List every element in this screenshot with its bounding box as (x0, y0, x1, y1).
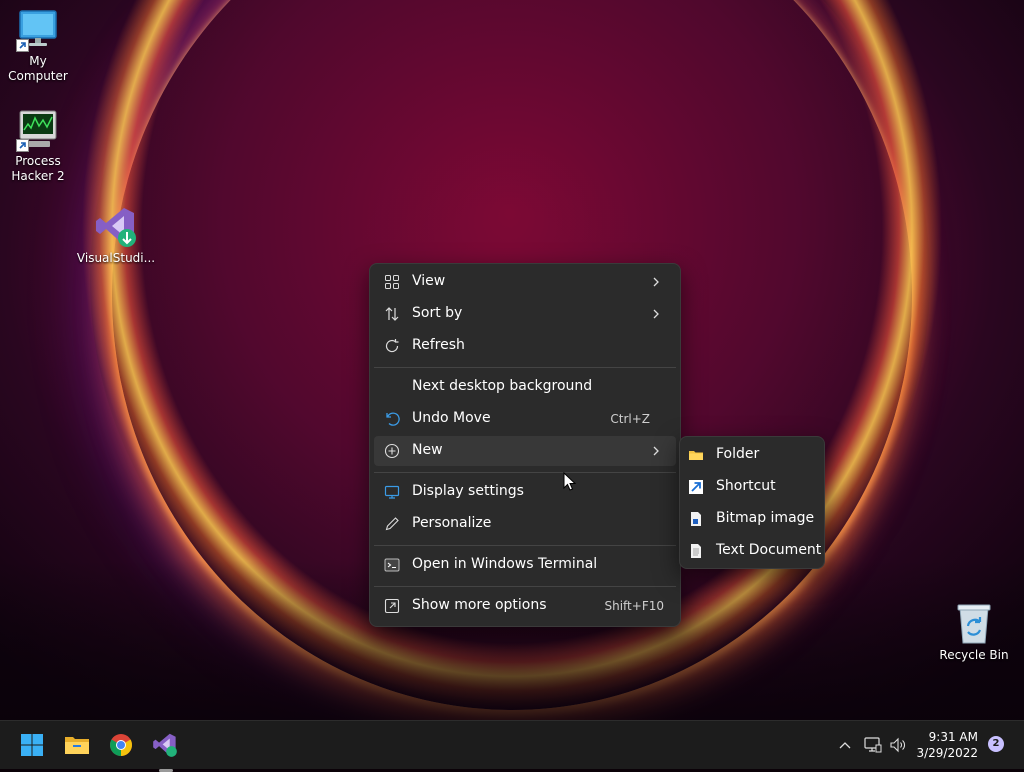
network-icon[interactable] (864, 736, 882, 754)
menu-item-open-terminal[interactable]: Open in Windows Terminal (374, 550, 676, 580)
menu-item-display-settings[interactable]: Display settings (374, 477, 676, 507)
submenu-item-folder[interactable]: Folder (684, 440, 820, 470)
menu-item-sort-by[interactable]: Sort by (374, 299, 676, 329)
shortcut-arrow-icon (16, 39, 29, 52)
chevron-up-icon[interactable] (838, 738, 852, 752)
taskbar: 9:31 AM 3/29/2022 (0, 720, 1024, 772)
taskbar-file-explorer[interactable] (61, 729, 93, 761)
menu-item-shortcut: Shift+F10 (604, 599, 664, 613)
new-submenu: Folder Shortcut Bitmap image Text Docume… (679, 436, 825, 569)
taskbar-visual-studio-installer[interactable] (149, 729, 181, 772)
desktop-icon-recycle-bin[interactable]: Recycle Bin (934, 602, 1014, 663)
submenu-item-label: Text Document (716, 542, 822, 558)
desktop-icon-label: Recycle Bin (939, 648, 1009, 662)
menu-item-label: New (412, 442, 443, 458)
submenu-item-shortcut[interactable]: Shortcut (684, 472, 820, 502)
menu-item-new[interactable]: New (374, 436, 676, 466)
shortcut-arrow-icon (16, 139, 29, 152)
menu-item-label: Display settings (412, 483, 524, 499)
undo-icon (386, 412, 400, 426)
menu-separator (374, 545, 676, 546)
clock-time: 9:31 AM (928, 730, 978, 744)
open-external-icon (384, 598, 400, 614)
folder-icon (689, 451, 703, 460)
menu-item-label: Refresh (412, 337, 465, 353)
menu-item-undo-move[interactable]: Undo Move Ctrl+Z (374, 404, 676, 434)
volume-icon[interactable] (889, 736, 907, 754)
menu-item-shortcut: Ctrl+Z (610, 412, 650, 426)
submenu-item-text-document[interactable]: Text Document (684, 536, 822, 566)
notification-badge[interactable]: 2 (988, 736, 1004, 752)
sort-icon (385, 307, 399, 321)
shortcut-icon (689, 480, 703, 494)
chrome-icon (110, 734, 132, 756)
menu-item-next-desktop-background[interactable]: Next desktop background (374, 372, 676, 402)
submenu-item-label: Folder (716, 446, 760, 462)
mouse-cursor-icon (563, 472, 577, 491)
menu-item-label: Show more options (412, 597, 547, 613)
terminal-icon (384, 558, 400, 572)
submenu-item-label: Bitmap image (716, 510, 815, 526)
menu-separator (374, 586, 676, 587)
visual-studio-icon (94, 205, 138, 249)
clock-date: 3/29/2022 (916, 746, 978, 760)
chevron-right-icon (653, 309, 659, 319)
submenu-item-bitmap-image[interactable]: Bitmap image (684, 504, 820, 534)
taskbar-clock[interactable]: 9:31 AM 3/29/2022 (916, 729, 978, 761)
desktop-icon-label: Process Hacker 2 (11, 154, 65, 183)
chevron-right-icon (653, 277, 659, 287)
desktop-icon-visual-studio[interactable]: VisualStudi... (76, 205, 156, 266)
recycle-bin-icon (952, 602, 996, 646)
folder-icon (65, 737, 89, 754)
menu-separator (374, 472, 676, 473)
text-document-icon (691, 544, 701, 558)
menu-item-show-more-options[interactable]: Show more options Shift+F10 (374, 591, 676, 621)
taskbar-start-button[interactable] (16, 729, 48, 761)
monitor-icon (16, 8, 60, 52)
menu-separator (374, 367, 676, 368)
chevron-right-icon (653, 446, 659, 456)
menu-item-view[interactable]: View (374, 267, 676, 297)
grid-icon (385, 275, 399, 289)
submenu-item-label: Shortcut (716, 478, 776, 494)
menu-item-label: Next desktop background (412, 378, 593, 394)
menu-item-refresh[interactable]: Refresh (374, 331, 676, 361)
menu-item-label: Personalize (412, 515, 492, 531)
menu-item-personalize[interactable]: Personalize (374, 509, 676, 539)
menu-item-label: Undo Move (412, 410, 491, 426)
plus-circle-icon (384, 443, 400, 459)
display-icon (384, 485, 400, 499)
windows-start-icon (21, 734, 43, 756)
bitmap-icon (691, 512, 701, 526)
desktop-icon-label: My Computer (8, 54, 68, 83)
desktop-context-menu: View Sort by Refresh Next desktop backgr… (369, 263, 681, 627)
process-hacker-icon (16, 108, 60, 152)
taskbar-chrome[interactable] (105, 729, 137, 761)
pen-icon (385, 517, 399, 531)
visual-studio-icon (153, 733, 177, 757)
refresh-icon (385, 339, 399, 353)
desktop-icon-label: VisualStudi... (76, 251, 156, 265)
desktop-icon-my-computer[interactable]: My Computer (0, 8, 78, 84)
menu-item-label: Sort by (412, 305, 463, 321)
desktop-icon-process-hacker[interactable]: Process Hacker 2 (0, 108, 78, 184)
menu-item-label: Open in Windows Terminal (412, 556, 598, 572)
menu-item-label: View (412, 273, 446, 289)
